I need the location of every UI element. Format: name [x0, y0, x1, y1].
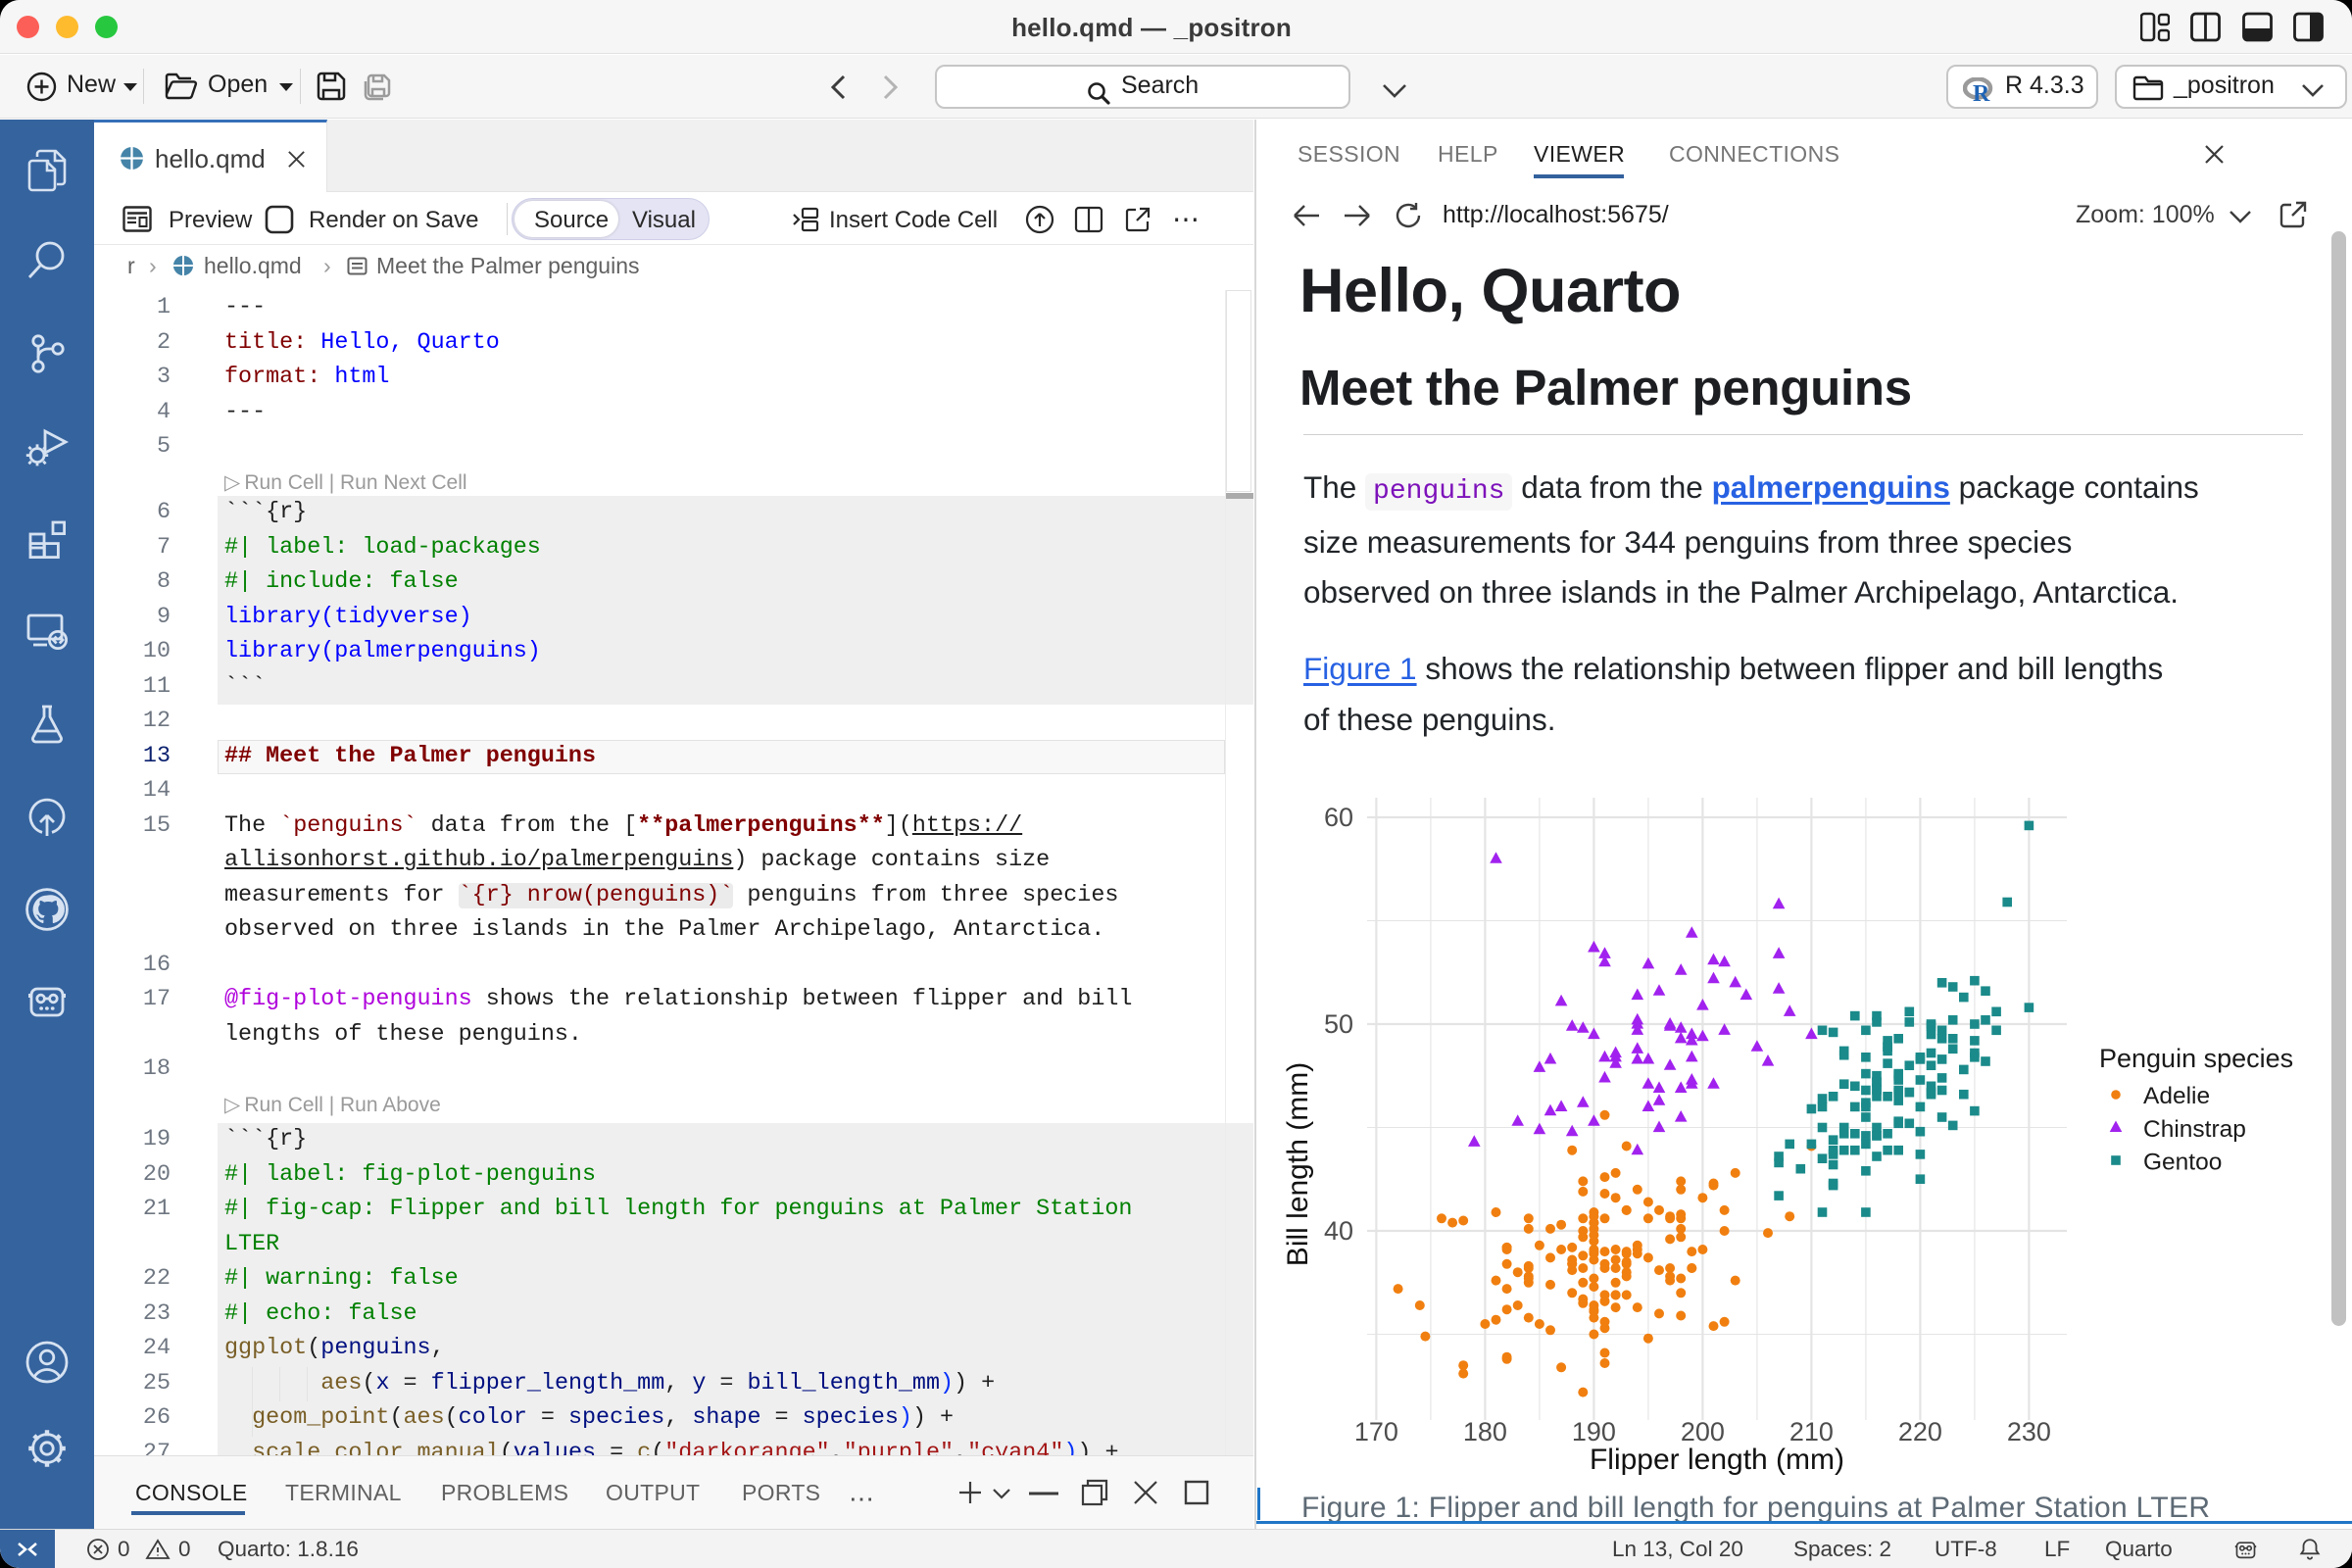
svg-text:Flipper length (mm): Flipper length (mm)	[1590, 1444, 1844, 1476]
svg-text:40: 40	[1324, 1216, 1353, 1246]
svg-text:Penguin species: Penguin species	[2099, 1044, 2293, 1073]
svg-text:200: 200	[1681, 1417, 1725, 1446]
svg-text:220: 220	[1898, 1417, 1942, 1446]
svg-text:Bill length (mm): Bill length (mm)	[1282, 1062, 1314, 1266]
svg-text:R: R	[1973, 81, 1990, 103]
svg-text:Gentoo: Gentoo	[2143, 1150, 2222, 1176]
svg-text:210: 210	[1789, 1417, 1834, 1446]
svg-text:Adelie: Adelie	[2143, 1083, 2210, 1109]
svg-text:Chinstrap: Chinstrap	[2143, 1116, 2246, 1143]
svg-text:230: 230	[2007, 1417, 2051, 1446]
svg-text:180: 180	[1463, 1417, 1507, 1446]
svg-text:60: 60	[1324, 803, 1353, 832]
svg-text:50: 50	[1324, 1009, 1353, 1039]
svg-text:170: 170	[1354, 1417, 1398, 1446]
svg-text:190: 190	[1572, 1417, 1616, 1446]
